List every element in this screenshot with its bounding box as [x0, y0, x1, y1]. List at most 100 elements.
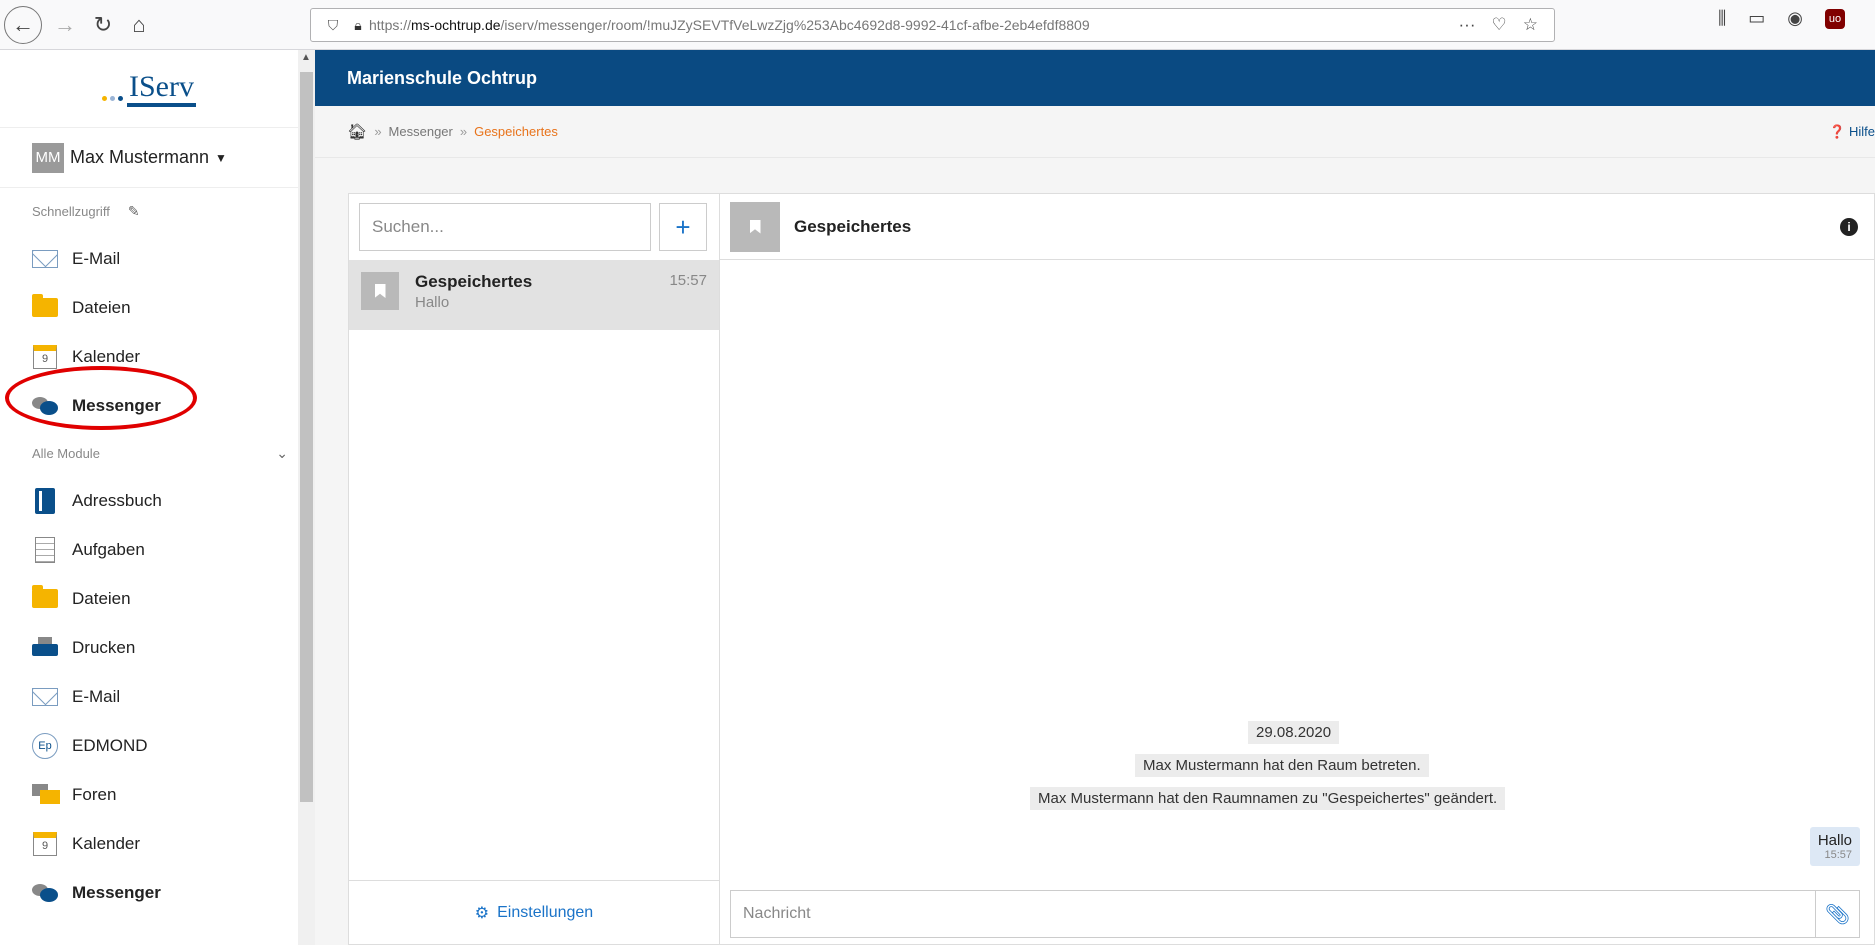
- url-host: ms-ochtrup.de: [411, 17, 501, 33]
- bookmark-icon: [730, 201, 780, 252]
- room-last-message: Hallo: [415, 294, 450, 311]
- chat-bubbles-icon: [32, 882, 58, 904]
- page-actions-icon[interactable]: ···: [1459, 15, 1476, 35]
- quick-item-messenger[interactable]: Messenger: [0, 381, 298, 430]
- menu-label: E-Mail: [72, 686, 121, 706]
- breadcrumb-separator: »: [459, 124, 468, 139]
- menu-label: Adressbuch: [72, 490, 162, 510]
- menu-label: EDMOND: [72, 735, 148, 755]
- bookmark-star-icon[interactable]: ☆: [1523, 15, 1538, 35]
- all-modules-header[interactable]: Alle Module ⌄: [0, 430, 298, 476]
- calendar-icon: 9: [32, 344, 58, 369]
- menu-label: Messenger: [72, 882, 161, 902]
- menu-label: Aufgaben: [72, 539, 145, 559]
- module-item-files[interactable]: Dateien: [0, 574, 298, 623]
- system-message: Max Mustermann hat den Raum betreten.: [1135, 754, 1429, 777]
- school-header: Marienschule Ochtrup: [315, 50, 1875, 106]
- gear-icon: ⚙: [474, 904, 490, 922]
- pocket-icon[interactable]: ♡: [1492, 15, 1507, 35]
- breadcrumb: 🏠︎ » Messenger » Gespeichertes ❓ Hilfe: [315, 106, 1875, 158]
- module-item-email[interactable]: E-Mail: [0, 672, 298, 721]
- sidebar-scrollbar[interactable]: ▲: [298, 50, 315, 945]
- edmond-icon: Ep: [32, 732, 58, 759]
- all-modules-label: Alle Module: [32, 445, 100, 461]
- quick-item-calendar[interactable]: 9 Kalender: [0, 332, 298, 381]
- forward-icon[interactable]: →: [48, 8, 82, 42]
- module-item-edmond[interactable]: Ep EDMOND: [0, 721, 298, 770]
- reload-icon[interactable]: ↻: [86, 8, 120, 42]
- mail-icon: [32, 686, 58, 708]
- module-item-forums[interactable]: Foren: [0, 770, 298, 819]
- ublock-icon[interactable]: uo: [1825, 8, 1845, 29]
- menu-label: Foren: [72, 784, 117, 804]
- account-icon[interactable]: ◉: [1787, 8, 1803, 29]
- chat-panel: Gespeichertes i 29.08.2020 Max Musterman…: [720, 193, 1875, 945]
- home-icon[interactable]: ⌂: [122, 8, 156, 42]
- forum-icon: [32, 783, 60, 806]
- add-room-button[interactable]: +: [659, 203, 707, 251]
- avatar: MM: [32, 142, 64, 173]
- module-item-print[interactable]: Drucken: [0, 623, 298, 672]
- page-title: Marienschule Ochtrup: [347, 67, 538, 88]
- address-bar[interactable]: ⛉ 🔒︎ https://ms-ochtrup.de/iserv/messeng…: [310, 8, 1555, 42]
- paperclip-icon[interactable]: 📎︎: [1815, 891, 1859, 937]
- quick-item-files[interactable]: Dateien: [0, 283, 298, 332]
- reader-view-icon[interactable]: ▭: [1748, 8, 1765, 29]
- caret-down-icon: ▼: [215, 150, 227, 165]
- breadcrumb-messenger[interactable]: Messenger: [389, 124, 453, 139]
- message-time: 15:57: [1824, 849, 1852, 861]
- chat-title: Gespeichertes: [794, 216, 912, 236]
- lock-icon[interactable]: 🔒︎: [347, 17, 369, 34]
- library-icon[interactable]: ⫼: [1718, 8, 1726, 29]
- room-list-item[interactable]: Gespeichertes Hallo 15:57: [349, 260, 719, 330]
- scrollbar-thumb[interactable]: [300, 72, 313, 802]
- clipboard-icon: [32, 536, 58, 563]
- url-prefix: https://: [369, 17, 412, 33]
- mail-icon: [32, 248, 58, 270]
- date-separator: 29.08.2020: [1248, 721, 1340, 744]
- browser-toolbar: ← → ↻ ⌂ ⛉ 🔒︎ https://ms-ochtrup.de/iserv…: [0, 0, 1875, 50]
- info-icon[interactable]: i: [1840, 217, 1858, 236]
- search-input[interactable]: [359, 203, 651, 251]
- sidebar: IServ MM Max Mustermann ▼ Schnellzugriff…: [0, 50, 315, 945]
- quick-access-header: Schnellzugriff ✎: [0, 188, 298, 234]
- iserv-logo[interactable]: IServ: [0, 50, 298, 128]
- module-item-calendar[interactable]: 9 Kalender: [0, 819, 298, 868]
- pencil-icon[interactable]: ✎: [128, 203, 140, 220]
- message-input[interactable]: [731, 891, 1815, 937]
- folder-icon: [32, 585, 58, 610]
- room-time: 15:57: [669, 272, 707, 289]
- menu-label: Drucken: [72, 637, 136, 657]
- folder-icon: [32, 294, 58, 319]
- user-menu[interactable]: MM Max Mustermann ▼: [0, 128, 298, 188]
- home-icon[interactable]: 🏠︎: [347, 122, 367, 142]
- bookmark-icon: [361, 272, 399, 310]
- help-link[interactable]: ❓ Hilfe: [1829, 124, 1875, 140]
- module-item-messenger[interactable]: Messenger: [0, 868, 298, 917]
- module-item-addressbook[interactable]: Adressbuch: [0, 476, 298, 525]
- menu-label: Kalender: [72, 346, 141, 366]
- logo-dots: [102, 95, 123, 101]
- chat-bubbles-icon: [32, 395, 58, 417]
- menu-label: E-Mail: [72, 248, 121, 268]
- quick-item-email[interactable]: E-Mail: [0, 234, 298, 283]
- menu-label: Dateien: [72, 297, 131, 317]
- scroll-up-icon[interactable]: ▲: [301, 52, 311, 63]
- breadcrumb-separator: »: [374, 124, 382, 139]
- settings-button[interactable]: ⚙ Einstellungen: [349, 880, 719, 944]
- own-message[interactable]: Hallo 15:57: [1809, 827, 1860, 866]
- chevron-down-icon[interactable]: ⌄: [276, 445, 288, 462]
- url-text[interactable]: https://ms-ochtrup.de/iserv/messenger/ro…: [369, 17, 1459, 33]
- calendar-icon: 9: [32, 831, 58, 856]
- book-icon: [32, 487, 58, 514]
- module-item-tasks[interactable]: Aufgaben: [0, 525, 298, 574]
- system-message: Max Mustermann hat den Raumnamen zu "Ges…: [1030, 787, 1506, 810]
- message-composer: 📎︎: [730, 890, 1860, 938]
- tracking-shield-icon[interactable]: ⛉: [319, 17, 347, 34]
- message-text: Hallo: [1817, 832, 1852, 849]
- chat-header: Gespeichertes i: [720, 194, 1874, 260]
- room-list-panel: + Gespeichertes Hallo 15:57 ⚙ Einstellun…: [348, 193, 720, 945]
- back-icon[interactable]: ←: [4, 6, 42, 44]
- breadcrumb-current: Gespeichertes: [474, 124, 558, 139]
- printer-icon: [32, 636, 58, 659]
